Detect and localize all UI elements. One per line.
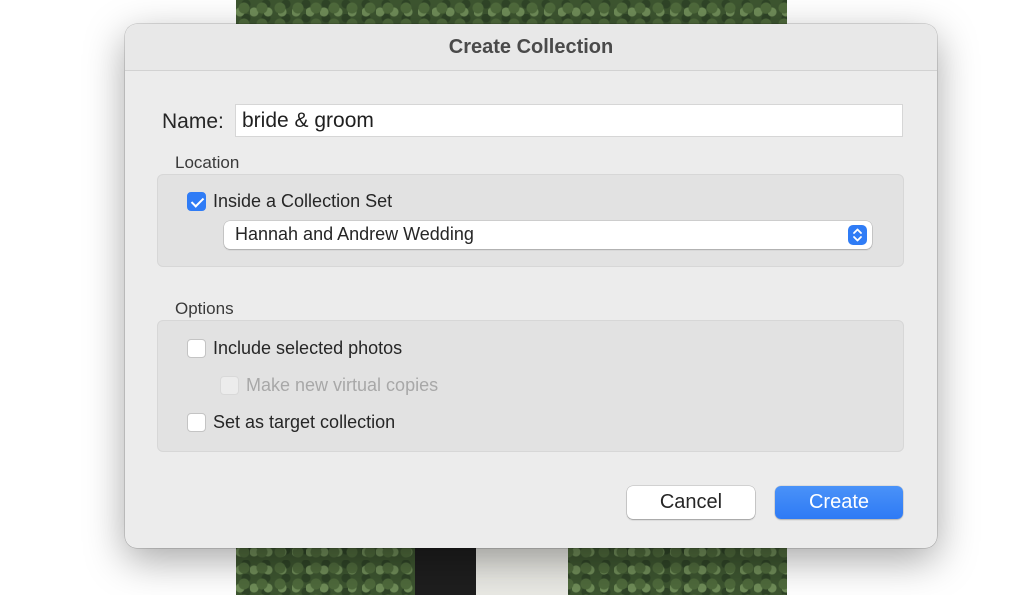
inside-collection-set-checkbox[interactable] — [187, 192, 206, 211]
name-label: Name: — [162, 110, 224, 133]
inside-collection-set-label[interactable]: Inside a Collection Set — [213, 191, 392, 212]
make-virtual-copies-label: Make new virtual copies — [246, 375, 439, 395]
background-photo-bride — [476, 548, 568, 595]
make-virtual-copies-checkbox[interactable] — [220, 376, 239, 395]
options-group: Include selected photos Make new virtual… — [157, 320, 904, 452]
collection-set-select-value: Hannah and Andrew Wedding — [235, 224, 474, 244]
location-group: Inside a Collection Set Hannah and Andre… — [157, 174, 904, 267]
collection-set-select[interactable]: Hannah and Andrew Wedding — [224, 221, 872, 249]
set-as-target-label[interactable]: Set as target collection — [213, 412, 395, 433]
include-selected-photos-checkbox[interactable] — [187, 339, 206, 358]
include-selected-photos-label[interactable]: Include selected photos — [213, 338, 402, 359]
name-input[interactable] — [235, 104, 903, 137]
options-heading: Options — [175, 299, 234, 318]
cancel-button[interactable]: Cancel — [627, 486, 755, 519]
dialog-titlebar: Create Collection — [125, 24, 937, 71]
dialog-title: Create Collection — [448, 35, 614, 58]
set-as-target-checkbox[interactable] — [187, 413, 206, 432]
create-collection-dialog: Create Collection Name: Location Inside … — [125, 24, 937, 548]
create-button[interactable]: Create — [775, 486, 903, 519]
up-down-chevron-icon — [848, 225, 867, 245]
location-heading: Location — [175, 153, 240, 172]
background-photo-groom — [415, 548, 477, 595]
